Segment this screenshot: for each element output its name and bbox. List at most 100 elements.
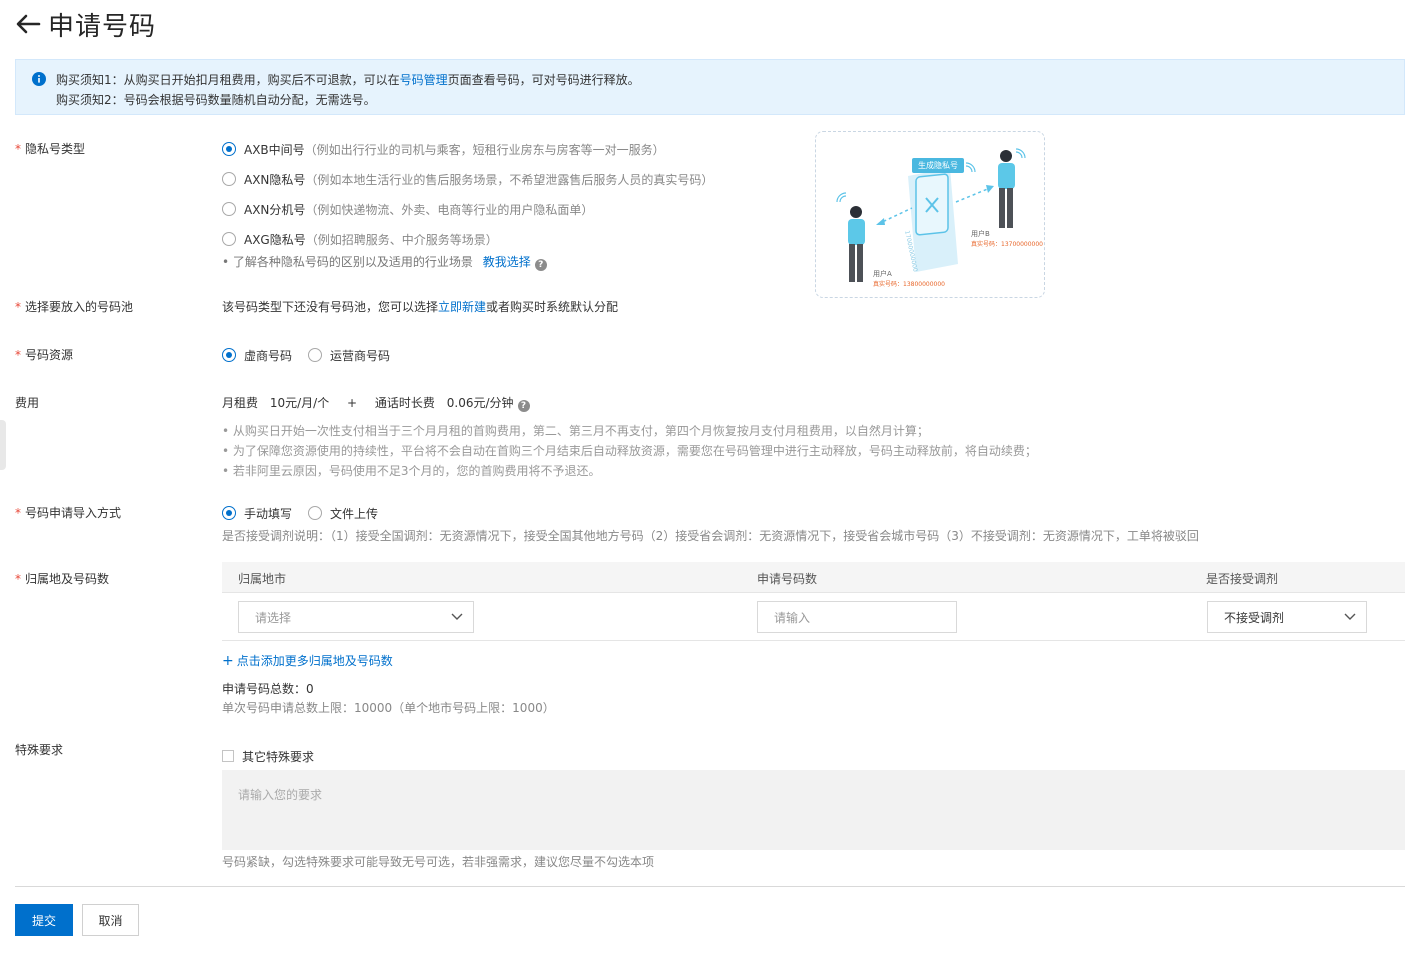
arrow-left-icon[interactable] [14, 10, 42, 38]
label-text: 号码申请导入方式 [25, 506, 122, 520]
number-pool-label: * 选择要放入的号码池 [15, 298, 133, 315]
import-method-label: * 号码申请导入方式 [15, 504, 121, 521]
add-location-button[interactable]: + 点击添加更多归属地及号码数 [222, 652, 393, 669]
textarea-placeholder: 请输入您的要求 [238, 788, 323, 802]
cancel-button[interactable]: 取消 [82, 904, 139, 936]
radio-button[interactable] [222, 142, 236, 156]
column-header-adjust: 是否接受调剂 [1206, 572, 1279, 586]
monthly-fee-value: 10元/月/个 [269, 396, 330, 410]
notice-text: 购买须知1：从购买日开始扣月租费用，购买后不可退款，可以在 [56, 73, 400, 87]
location-table-row: 请选择 请输入 不接受调剂 [222, 593, 1405, 641]
radio-button[interactable] [308, 348, 323, 362]
option-name: 手动填写 [244, 506, 293, 521]
side-collapse-tab[interactable] [0, 420, 6, 470]
add-location-label: 点击添加更多归属地及号码数 [236, 654, 393, 668]
plus-sign: + [347, 396, 358, 410]
city-select-placeholder: 请选择 [255, 610, 292, 625]
radio-button[interactable] [222, 202, 236, 216]
total-count: 申请号码总数：0 [222, 680, 314, 697]
privacy-type-label: * 隐私号类型 [15, 140, 85, 157]
option-desc: （例如快递物流、外卖、电商等行业的用户隐私面单） [305, 202, 594, 217]
checkbox[interactable] [222, 750, 234, 762]
city-select[interactable]: 请选择 [238, 601, 474, 633]
pool-text: 或者购买时系统默认分配 [486, 300, 619, 314]
radio-button[interactable] [222, 348, 236, 362]
location-label: * 归属地及号码数 [15, 570, 109, 587]
radio-option-virtual[interactable]: 虚商号码 [222, 345, 292, 365]
radio-button[interactable] [308, 506, 323, 520]
required-mark: * [15, 506, 21, 520]
radio-option-axb[interactable]: AXB中间号 （例如出行行业的司机与乘客，短租行业房东与房客等一对一服务） [222, 139, 713, 159]
special-requirement-checkbox[interactable]: 其它特殊要求 [222, 748, 314, 765]
fee-summary: 月租费 10元/月/个 + 通话时长费 0.06元/分钟? [222, 394, 530, 412]
total-count-label: 申请号码总数： [222, 682, 307, 696]
adjust-select-value: 不接受调剂 [1224, 610, 1285, 625]
help-choose-link[interactable]: 教我选择 [483, 255, 531, 269]
user-a-label: 用户A [873, 270, 892, 278]
option-name: AXN隐私号 [244, 172, 306, 187]
fee-label: 费用 [15, 396, 40, 410]
purchase-notice: 购买须知1：从购买日开始扣月租费用，购买后不可退款，可以在号码管理页面查看号码，… [15, 59, 1405, 115]
chevron-down-icon [1344, 610, 1356, 624]
radio-option-manual[interactable]: 手动填写 [222, 503, 292, 523]
option-desc: （例如招聘服务、中介服务等场景） [305, 232, 498, 247]
number-resource-radio-group: 虚商号码 运营商号码 [222, 345, 390, 365]
fee-note: • 从购买日开始一次性支付相当于三个月月租的首购费用，第二、第三月不再支付，第四… [222, 424, 929, 438]
privacy-type-tip: • 了解各种隐私号码的区别以及适用的行业场景 教我选择? [222, 253, 547, 271]
generate-privacy-badge: 生成隐私号 [912, 158, 964, 173]
tip-text: • 了解各种隐私号码的区别以及适用的行业场景 [222, 255, 473, 269]
radio-button[interactable] [222, 232, 236, 246]
user-b-number: 真实号码：13700000000 [971, 241, 1043, 248]
page-header: 申请号码 [14, 6, 156, 42]
chevron-down-icon [451, 610, 463, 624]
option-name: AXB中间号 [244, 142, 305, 157]
required-mark: * [15, 300, 21, 314]
column-header-count: 申请号码数 [757, 572, 818, 586]
count-input[interactable]: 请输入 [757, 601, 957, 633]
create-pool-link[interactable]: 立即新建 [438, 300, 486, 314]
submit-button[interactable]: 提交 [15, 904, 73, 936]
special-requirement-label: 特殊要求 [15, 743, 64, 757]
user-a-number: 真实号码：13800000000 [873, 281, 945, 288]
label-text: 选择要放入的号码池 [25, 300, 134, 314]
required-mark: * [15, 142, 21, 156]
special-requirement-textarea[interactable]: 请输入您的要求 [222, 770, 1405, 850]
notice-text: 页面查看号码，可对号码进行释放。 [447, 73, 640, 87]
radio-button[interactable] [222, 506, 236, 520]
adjust-select[interactable]: 不接受调剂 [1207, 601, 1367, 633]
pool-text: 该号码类型下还没有号码池，您可以选择 [222, 300, 439, 314]
radio-option-carrier[interactable]: 运营商号码 [308, 345, 390, 365]
fee-note: • 为了保障您资源使用的持续性，平台将不会自动在首购三个月结束后自动释放资源，需… [222, 444, 1037, 458]
question-icon[interactable]: ? [534, 259, 547, 271]
form-divider [15, 886, 1405, 887]
call-fee-label: 通话时长费 [374, 396, 435, 410]
number-management-link[interactable]: 号码管理 [400, 73, 448, 87]
fee-note: • 若非阿里云原因，号码使用不足3个月的，您的首购费用将不予退还。 [222, 464, 601, 478]
option-desc: （例如本地生活行业的售后服务场景，不希望泄露售后服务人员的真实号码） [305, 172, 714, 187]
question-icon[interactable]: ? [517, 400, 530, 412]
adjust-description: 是否接受调剂说明：（1）接受全国调剂：无资源情况下，接受全国其他地方号码（2）接… [222, 529, 1199, 543]
page-title: 申请号码 [48, 11, 157, 42]
total-count-value: 0 [306, 682, 314, 696]
limit-text: 单次号码申请总数上限：10000（单个地市号码上限：1000） [222, 701, 555, 715]
call-fee-value: 0.06元/分钟 [446, 396, 514, 410]
privacy-type-radio-group: AXB中间号 （例如出行行业的司机与乘客，短租行业房东与房客等一对一服务） AXN… [222, 139, 713, 249]
label-text: 号码资源 [25, 348, 74, 362]
info-icon [32, 72, 46, 92]
option-name: 虚商号码 [244, 348, 293, 363]
number-pool-text: 该号码类型下还没有号码池，您可以选择立即新建或者购买时系统默认分配 [222, 298, 618, 315]
special-requirement-hint: 号码紧缺，勾选特殊要求可能导致无号可选，若非强需求，建议您尽量不勾选本项 [222, 855, 655, 869]
option-desc: （例如出行行业的司机与乘客，短租行业房东与房客等一对一服务） [304, 142, 665, 157]
plus-icon: + [222, 653, 234, 669]
radio-option-axg[interactable]: AXG隐私号 （例如招聘服务、中介服务等场景） [222, 229, 713, 249]
option-name: 文件上传 [330, 506, 379, 521]
label-text: 隐私号类型 [25, 142, 86, 156]
option-name: 运营商号码 [330, 348, 391, 363]
checkbox-label: 其它特殊要求 [242, 750, 315, 764]
required-mark: * [15, 348, 21, 362]
radio-option-upload[interactable]: 文件上传 [308, 503, 378, 523]
option-name: AXG隐私号 [244, 232, 306, 247]
radio-option-axn-ext[interactable]: AXN分机号 （例如快递物流、外卖、电商等行业的用户隐私面单） [222, 199, 713, 219]
radio-option-axn[interactable]: AXN隐私号 （例如本地生活行业的售后服务场景，不希望泄露售后服务人员的真实号码） [222, 169, 713, 189]
radio-button[interactable] [222, 172, 236, 186]
